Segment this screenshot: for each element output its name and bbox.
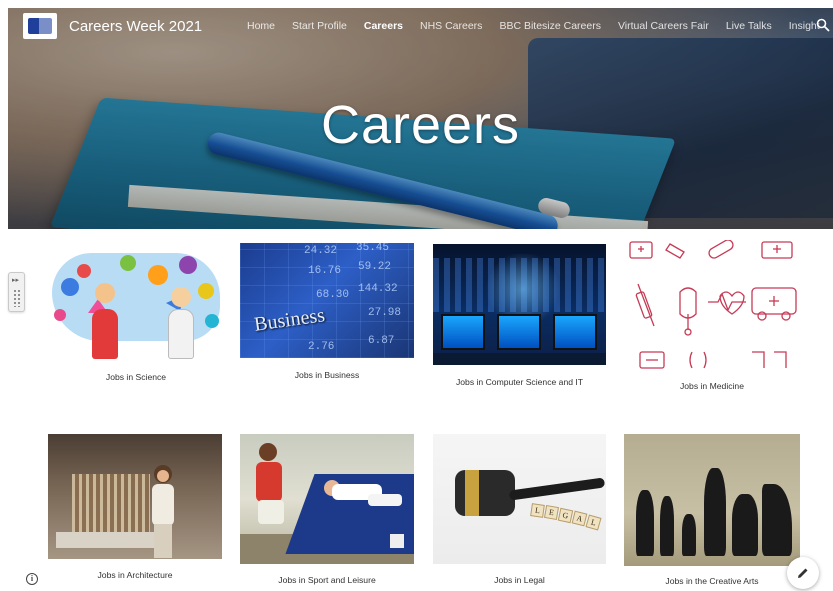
architecture-model (72, 474, 150, 536)
edit-button[interactable] (787, 557, 819, 589)
letter-tile: A (571, 510, 588, 527)
legal-image: L E G A L (433, 434, 606, 564)
tile-caption: Jobs in Science (105, 372, 167, 382)
tile-caption: Jobs in Sport and Leisure (278, 575, 376, 585)
business-figure: 24.32 (304, 245, 338, 257)
business-figure: 6.87 (368, 335, 395, 347)
pencil-icon (798, 568, 808, 578)
science-kid-left-head (95, 283, 115, 303)
gavel-band (465, 470, 479, 516)
tile-medicine[interactable]: Jobs in Medicine (624, 240, 800, 392)
tile-computer-science[interactable]: Jobs in Computer Science and IT (433, 244, 606, 389)
tile-caption: Jobs in Medicine (679, 381, 744, 391)
medical-icons (629, 240, 797, 369)
tile-caption: Jobs in Computer Science and IT (455, 377, 584, 387)
architect-figure (152, 465, 174, 558)
business-figure: 16.76 (308, 265, 342, 277)
double-chevron-right-icon: ▸▸ (12, 277, 20, 284)
letter-tile: L (585, 514, 602, 531)
tile-business[interactable]: 24.32 35.45 16.76 59.22 68.30 144.32 27.… (240, 243, 414, 388)
nav-item-virtual-careers-fair[interactable]: Virtual Careers Fair (618, 20, 709, 32)
grip-icon (13, 289, 21, 307)
nav-item-careers[interactable]: Careers (364, 20, 403, 32)
nav-item-live-talks[interactable]: Live Talks (726, 20, 772, 32)
logo-mark (28, 18, 52, 34)
silhouette (636, 490, 654, 556)
nav-item-nhs-careers[interactable]: NHS Careers (420, 20, 482, 32)
tile-caption: Jobs in Legal (494, 575, 545, 585)
science-doodles (54, 255, 219, 328)
tile-sport-leisure[interactable]: Jobs in Sport and Leisure (240, 434, 414, 586)
site-title[interactable]: Careers Week 2021 (69, 18, 202, 35)
letter-tile: E (543, 504, 560, 521)
tile-creative-arts[interactable]: Jobs in the Creative Arts (624, 434, 800, 588)
monitor-left (441, 314, 485, 350)
science-image (48, 243, 224, 361)
medicine-image (624, 240, 800, 372)
letter-tile: G (557, 507, 574, 524)
tile-caption: Jobs in the Creative Arts (665, 576, 759, 586)
page: Careers Careers Week 2021 Home Start Pro… (0, 0, 833, 591)
monitor-right (553, 314, 597, 350)
desk (433, 353, 606, 365)
monitor-center (497, 314, 541, 350)
sidebar-toggle[interactable]: ▸▸ (8, 272, 25, 312)
silhouette (660, 496, 674, 556)
silhouette (762, 484, 792, 556)
silhouette (732, 494, 758, 556)
silhouette (682, 514, 696, 556)
science-kid-left (92, 309, 118, 359)
letter-tile: L (530, 503, 545, 518)
business-figure: 35.45 (356, 243, 390, 254)
gavel-handle (508, 477, 606, 501)
nav-item-home[interactable]: Home (247, 20, 275, 32)
business-figure: 68.30 (316, 289, 350, 301)
sport-image (240, 434, 414, 564)
info-icon[interactable]: i (26, 573, 38, 585)
business-image: 24.32 35.45 16.76 59.22 68.30 144.32 27.… (240, 243, 414, 358)
tile-caption: Jobs in Architecture (97, 570, 173, 580)
science-kid-right (168, 309, 194, 359)
sport-figures (256, 443, 404, 548)
business-figure: 27.98 (368, 307, 402, 319)
tile-science[interactable]: Jobs in Science (48, 243, 224, 388)
science-kid-right-head (171, 287, 191, 307)
nav-item-bbc-bitesize-careers[interactable]: BBC Bitesize Careers (499, 20, 601, 32)
computer-science-image (433, 244, 606, 365)
tile-caption: Jobs in Business (294, 370, 360, 380)
architecture-image (48, 434, 222, 559)
gavel-head (455, 470, 515, 516)
silhouette (704, 468, 726, 556)
top-navigation-bar: Careers Week 2021 Home Start Profile Car… (8, 8, 833, 44)
main-nav: Home Start Profile Careers NHS Careers B… (247, 8, 833, 44)
tile-legal[interactable]: L E G A L Jobs in Legal (433, 434, 606, 586)
page-title: Careers (320, 95, 521, 155)
nav-item-start-profile[interactable]: Start Profile (292, 20, 347, 32)
site-logo[interactable] (23, 13, 57, 39)
creative-arts-image (624, 434, 800, 566)
business-figure: 144.32 (358, 283, 398, 295)
business-figure: 59.22 (358, 261, 392, 273)
search-icon[interactable] (816, 18, 830, 32)
tile-architecture[interactable]: Jobs in Architecture (48, 434, 222, 582)
business-figure: 2.76 (308, 341, 335, 353)
